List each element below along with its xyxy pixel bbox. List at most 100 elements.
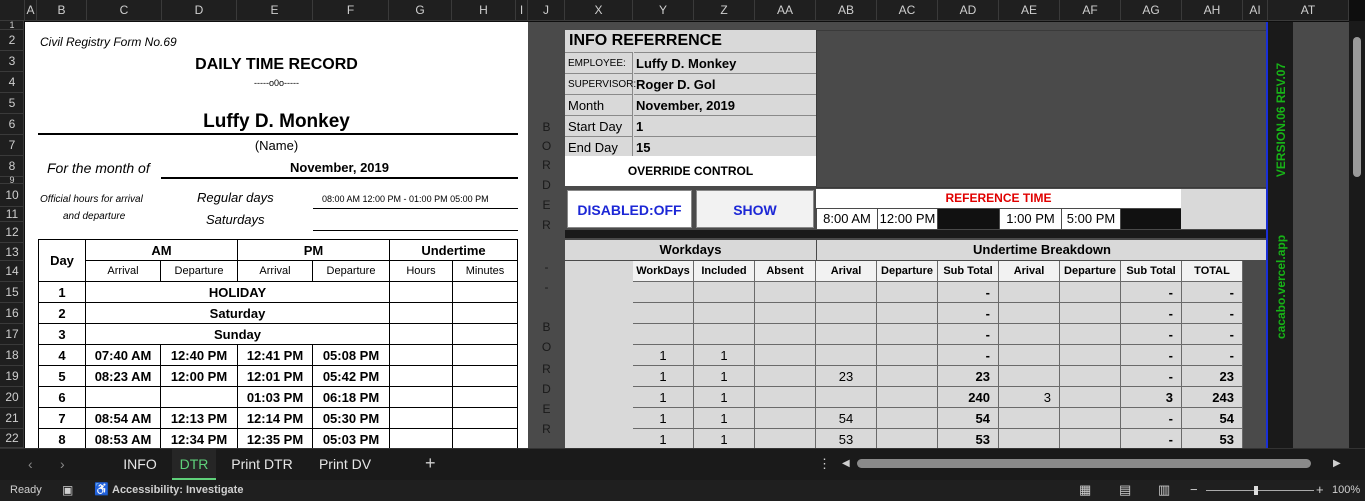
- row-header[interactable]: 8: [0, 156, 24, 177]
- column-header[interactable]: Z: [694, 0, 755, 21]
- macro-icon[interactable]: ▣: [62, 483, 73, 497]
- breakdown-cell: [999, 366, 1060, 387]
- dtr-form: Civil Registry Form No.69 DAILY TIME REC…: [25, 22, 528, 448]
- next-sheet-icon[interactable]: ›: [60, 456, 65, 472]
- name-label: (Name): [254, 138, 299, 153]
- row-header[interactable]: 9: [0, 176, 24, 185]
- row-header[interactable]: 2: [0, 30, 24, 51]
- sheet-tab-print-dtr[interactable]: Print DTR: [218, 449, 306, 480]
- row-header[interactable]: 12: [0, 222, 24, 243]
- row-header[interactable]: 20: [0, 387, 24, 408]
- breakdown-cell: [999, 324, 1060, 345]
- row-header[interactable]: 22: [0, 429, 24, 448]
- column-header[interactable]: C: [87, 0, 162, 21]
- column-header[interactable]: F: [313, 0, 389, 21]
- breakdown-cell: -: [1182, 324, 1243, 345]
- breakdown-cell: -: [938, 324, 999, 345]
- column-header[interactable]: AD: [938, 0, 999, 21]
- page-break-icon[interactable]: ▥: [1158, 482, 1170, 498]
- column-header[interactable]: AC: [877, 0, 938, 21]
- undertime-header: Undertime: [390, 240, 518, 261]
- row-header[interactable]: 17: [0, 324, 24, 345]
- undertime-hours-cell: [390, 324, 453, 345]
- column-header[interactable]: AT: [1268, 0, 1349, 21]
- column-header[interactable]: I: [516, 0, 528, 21]
- saturdays-label: Saturdays: [206, 212, 265, 227]
- row-header[interactable]: 18: [0, 345, 24, 366]
- border-letter: -: [544, 260, 549, 274]
- horizontal-scrollbar[interactable]: [857, 459, 1311, 468]
- reference-time-cell: [938, 209, 999, 229]
- column-header[interactable]: X: [565, 0, 633, 21]
- site-label: cacabo.vercel.app: [1274, 234, 1288, 340]
- show-button[interactable]: SHOW: [696, 190, 814, 228]
- breakdown-cell: 23: [938, 366, 999, 387]
- breakdown-cell: [1060, 345, 1121, 366]
- breakdown-column-header: TOTAL: [1182, 261, 1243, 282]
- column-header[interactable]: AE: [999, 0, 1060, 21]
- row-header[interactable]: 4: [0, 72, 24, 93]
- column-header[interactable]: D: [162, 0, 237, 21]
- breakdown-cell: 53: [816, 429, 877, 448]
- breakdown-cell: [816, 303, 877, 324]
- column-header[interactable]: AA: [755, 0, 816, 21]
- column-header[interactable]: AH: [1182, 0, 1243, 21]
- page-layout-icon[interactable]: ▤: [1119, 482, 1131, 498]
- sheet-tab-info[interactable]: INFO: [110, 449, 170, 480]
- row-header[interactable]: 16: [0, 303, 24, 324]
- select-all-corner[interactable]: [0, 0, 25, 21]
- row-header[interactable]: 3: [0, 51, 24, 72]
- sheet-tab-dtr[interactable]: DTR: [172, 449, 216, 480]
- border-letter: R: [542, 362, 551, 376]
- normal-view-icon[interactable]: ▦: [1079, 482, 1091, 498]
- column-header[interactable]: A: [25, 0, 37, 21]
- scroll-left-icon[interactable]: ◀: [842, 458, 850, 469]
- column-header[interactable]: AF: [1060, 0, 1121, 21]
- breakdown-cell: 3: [999, 387, 1060, 408]
- column-header[interactable]: Y: [633, 0, 694, 21]
- border-letter: -: [544, 280, 549, 294]
- breakdown-cell: [999, 408, 1060, 429]
- zoom-slider[interactable]: [1206, 490, 1314, 491]
- row-header[interactable]: 19: [0, 366, 24, 387]
- column-header[interactable]: AI: [1243, 0, 1268, 21]
- vertical-scrollbar[interactable]: [1349, 21, 1365, 448]
- more-options-icon[interactable]: ⋮: [818, 456, 831, 472]
- row-header[interactable]: 10: [0, 184, 24, 207]
- row-header[interactable]: 11: [0, 207, 24, 222]
- column-header[interactable]: E: [237, 0, 313, 21]
- row-header[interactable]: 13: [0, 243, 24, 261]
- breakdown-cell: 1: [694, 366, 755, 387]
- scroll-right-icon[interactable]: ▶: [1333, 458, 1341, 469]
- column-header[interactable]: J: [528, 0, 565, 21]
- row-header[interactable]: 1: [0, 21, 24, 30]
- accessibility-status[interactable]: Accessibility: Investigate: [112, 484, 243, 496]
- breakdown-cell: 240: [938, 387, 999, 408]
- breakdown-cell: 1: [633, 366, 694, 387]
- row-header[interactable]: 14: [0, 261, 24, 282]
- column-header[interactable]: B: [37, 0, 87, 21]
- sheet-tab-print-dv[interactable]: Print DV: [306, 449, 384, 480]
- zoom-in-icon[interactable]: +: [1316, 482, 1324, 497]
- hours-header: Hours: [390, 261, 453, 282]
- day-header: Day: [39, 240, 86, 282]
- column-header[interactable]: AB: [816, 0, 877, 21]
- breakdown-cell: 53: [938, 429, 999, 448]
- disabled-toggle-button[interactable]: DISABLED:OFF: [567, 190, 692, 228]
- column-header[interactable]: G: [389, 0, 452, 21]
- column-header[interactable]: H: [452, 0, 516, 21]
- prev-sheet-icon[interactable]: ‹: [28, 456, 33, 472]
- row-header[interactable]: 21: [0, 408, 24, 429]
- zoom-level[interactable]: 100%: [1332, 484, 1360, 496]
- column-header[interactable]: AG: [1121, 0, 1182, 21]
- row-header[interactable]: 15: [0, 282, 24, 303]
- breakdown-cell: -: [1182, 282, 1243, 303]
- am-departure-cell: [161, 387, 238, 408]
- pm-arrival-header: Arrival: [238, 261, 313, 282]
- breakdown-cell: [877, 345, 938, 366]
- zoom-out-icon[interactable]: −: [1190, 482, 1198, 497]
- row-header[interactable]: 7: [0, 135, 24, 156]
- row-header[interactable]: 5: [0, 93, 24, 114]
- row-header[interactable]: 6: [0, 114, 24, 135]
- add-sheet-icon[interactable]: +: [425, 453, 436, 474]
